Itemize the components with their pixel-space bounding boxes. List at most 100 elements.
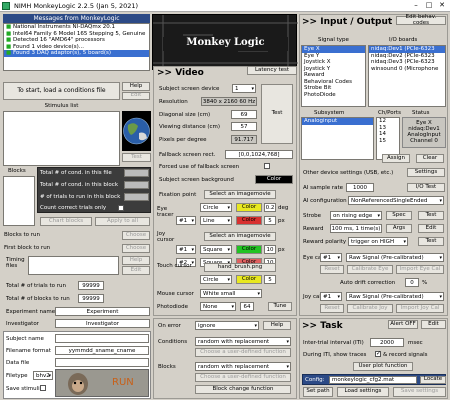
board-item[interactable]: nidaq:Dev3 (PCIe-6323: [369, 59, 445, 66]
eye-tracer-size-field[interactable]: 5: [264, 216, 276, 225]
signal-item[interactable]: PhotoDiode: [302, 92, 365, 99]
count-correct-checkbox[interactable]: [118, 205, 124, 211]
choose-blocks-button[interactable]: Choose: [122, 231, 150, 240]
fallback-rect-field[interactable]: [0,0,1024,768]: [225, 150, 293, 159]
on-error-select[interactable]: ignore: [195, 321, 259, 330]
assign-button[interactable]: Assign: [382, 154, 410, 163]
edit-behav-codes-button[interactable]: Edit behav. codes: [396, 14, 446, 25]
subject-name-field[interactable]: [55, 334, 149, 343]
save-stimuli-checkbox[interactable]: [40, 385, 46, 391]
apply-all-button[interactable]: Apply to all: [95, 217, 150, 226]
on-error-help-button[interactable]: Help: [263, 321, 291, 330]
mouse-cursor-select[interactable]: White small: [200, 289, 262, 298]
fixation-shape-select[interactable]: Circle: [200, 203, 232, 212]
help-button[interactable]: Help: [122, 82, 150, 91]
video-test-button[interactable]: Test: [261, 84, 293, 144]
edit-conditions-button[interactable]: Edit: [122, 92, 150, 100]
strobe-test-button[interactable]: Test: [418, 211, 444, 220]
touch-shape-select[interactable]: Circle: [200, 275, 232, 284]
joy-cal-reset-button[interactable]: Reset: [320, 304, 344, 313]
fixation-color-button[interactable]: Color: [236, 203, 262, 212]
trials-block-field[interactable]: [124, 193, 149, 201]
signal-type-list[interactable]: Eye X Eye Y Joystick X Joystick Y Reward…: [301, 45, 366, 107]
conditions-function-button[interactable]: Choose a user-defined function: [195, 348, 291, 357]
import-joy-cal-button[interactable]: Import Joy Cal: [396, 304, 444, 313]
subsystem-list[interactable]: Analoginput: [301, 117, 374, 160]
stimulus-test-button[interactable]: Test: [122, 153, 151, 162]
import-eye-cal-button[interactable]: Import Eye Cal: [396, 265, 444, 274]
fixation-size-field[interactable]: 0.2: [264, 203, 276, 212]
joy-cal-number-select[interactable]: #1: [320, 292, 342, 301]
auto-drift-field[interactable]: 0: [405, 278, 419, 287]
total-blocks-field[interactable]: 99999: [78, 294, 104, 303]
reward-polarity-select[interactable]: trigger on HIGH: [348, 237, 408, 246]
data-file-field[interactable]: [55, 358, 149, 367]
subsystem-item[interactable]: Analoginput: [302, 118, 373, 125]
reward-edit-button[interactable]: Edit: [418, 224, 444, 233]
minimize-icon[interactable]: –: [410, 1, 422, 9]
board-item[interactable]: nidaq:Dev1 (PCIe-6323: [369, 46, 445, 53]
close-icon[interactable]: ✕: [436, 1, 448, 9]
photodiode-size-field[interactable]: 64: [240, 302, 254, 311]
blocks-order-select[interactable]: random with replacement: [195, 362, 291, 371]
fixation-image-button[interactable]: Select an imagemovie: [204, 190, 276, 199]
screen-device-select[interactable]: 1: [232, 84, 256, 93]
joy-cal-select[interactable]: Raw Signal (Pre-calibrated): [346, 292, 444, 301]
touch-color-button[interactable]: Color: [236, 275, 262, 284]
blocks-list[interactable]: [3, 176, 35, 226]
eye-tracer-color-button[interactable]: Color: [236, 216, 262, 225]
channel-item[interactable]: 15: [377, 138, 399, 145]
iti-field[interactable]: 2000: [370, 338, 404, 347]
filetype-select[interactable]: bhv2: [33, 371, 53, 380]
io-boards-list[interactable]: nidaq:Dev1 (PCIe-6323 nidaq:Dev2 (PCIe-6…: [368, 45, 446, 107]
calibrate-joy-button[interactable]: Calibrate Joy: [347, 304, 393, 313]
io-test-button[interactable]: I/O Test: [407, 183, 445, 192]
set-path-button[interactable]: Set path: [303, 387, 333, 397]
eye-cal-number-select[interactable]: #1: [320, 253, 342, 262]
strobe-spec-button[interactable]: Spec: [386, 211, 412, 220]
choose-first-block-button[interactable]: Choose: [122, 244, 150, 253]
timing-edit-button[interactable]: Edit: [122, 266, 150, 275]
conditions-select[interactable]: random with replacement: [195, 337, 291, 346]
forced-fallback-checkbox[interactable]: [264, 163, 270, 169]
investigator-field[interactable]: Investigator: [55, 319, 150, 328]
block-change-function-button[interactable]: Block change function: [195, 385, 291, 394]
load-settings-button[interactable]: Load settings: [337, 387, 389, 397]
touch-size-field[interactable]: 5: [264, 275, 276, 284]
joy-color-button[interactable]: Color: [236, 245, 262, 254]
photodiode-select[interactable]: None: [200, 302, 236, 311]
reward-args-button[interactable]: Args: [386, 224, 412, 233]
ai-rate-field[interactable]: 1000: [346, 183, 374, 192]
locate-button[interactable]: Locate: [420, 376, 446, 384]
reward-field[interactable]: 100 ms, 1 time(s): [330, 224, 382, 233]
clear-button[interactable]: Clear: [416, 154, 444, 163]
stimulus-list[interactable]: [3, 111, 120, 166]
experiment-name-field[interactable]: Experiment: [55, 307, 150, 316]
diagonal-size-field[interactable]: 69: [231, 110, 257, 119]
joy-shape-select[interactable]: Square: [200, 245, 232, 254]
strobe-select[interactable]: on rising edge: [330, 211, 382, 220]
load-conditions-button[interactable]: To start, load a conditions file: [3, 82, 120, 100]
alert-off-button[interactable]: Alert OFF: [388, 320, 418, 329]
eye-tracer-shape-select[interactable]: Line: [200, 216, 232, 225]
board-item[interactable]: winsound 0 (Microphone: [369, 66, 445, 73]
eye-cal-select[interactable]: Raw Signal (Pre-calibrated): [346, 253, 444, 262]
joy-image-button[interactable]: Select an imagemovie: [204, 232, 276, 241]
joy-number-select[interactable]: #1: [176, 245, 196, 254]
user-plot-button[interactable]: User plot function: [353, 362, 413, 371]
blocks-function-button[interactable]: Choose a user-defined function: [195, 373, 291, 382]
touch-image-button[interactable]: hand_brush.png: [204, 263, 276, 272]
ai-config-select[interactable]: NonReferencedSingleEnded: [348, 196, 444, 205]
maximize-icon[interactable]: □: [423, 1, 435, 9]
calibrate-eye-button[interactable]: Calibrate Eye: [347, 265, 393, 274]
config-field[interactable]: monkeylogic_cfg2.mat: [329, 376, 417, 384]
eye-cal-reset-button[interactable]: Reset: [320, 265, 344, 274]
task-edit-button[interactable]: Edit: [421, 320, 446, 329]
run-button[interactable]: RUN: [55, 369, 149, 397]
viewing-distance-field[interactable]: 57: [231, 122, 257, 131]
filename-format-field[interactable]: yymmdd_sname_cname: [55, 346, 149, 355]
timing-help-button[interactable]: Help: [122, 256, 150, 265]
eye-tracer-number-select[interactable]: #1: [176, 216, 196, 225]
latency-test-button[interactable]: Latency test: [247, 66, 297, 75]
chart-blocks-button[interactable]: Chart blocks: [40, 217, 92, 226]
